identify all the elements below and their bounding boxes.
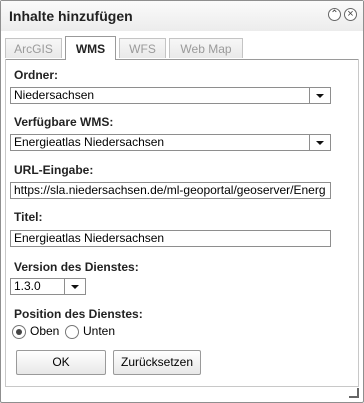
ordner-select[interactable]: Niedersachsen bbox=[10, 87, 331, 104]
close-icon[interactable]: × bbox=[344, 8, 357, 21]
radio-unten-label[interactable]: Unten bbox=[83, 324, 115, 338]
version-label: Version des Dienstes: bbox=[14, 260, 139, 274]
wms-value: Energieatlas Niedersachsen bbox=[14, 135, 165, 149]
dialog-titlebar[interactable]: Inhalte hinzufügen ⌃ × bbox=[1, 1, 363, 31]
titel-label: Titel: bbox=[14, 210, 43, 224]
titel-input[interactable]: Energieatlas Niedersachsen bbox=[10, 230, 331, 247]
ok-button[interactable]: OK bbox=[16, 350, 106, 375]
collapse-icon[interactable]: ⌃ bbox=[328, 8, 341, 21]
tab-strip: ArcGIS WMS WFS Web Map bbox=[5, 33, 359, 60]
dialog-title: Inhalte hinzufügen bbox=[9, 8, 133, 24]
position-label: Position des Dienstes: bbox=[14, 307, 143, 321]
add-content-dialog: Inhalte hinzufügen ⌃ × ArcGIS WMS WFS We… bbox=[0, 0, 364, 403]
reset-button[interactable]: Zurücksetzen bbox=[113, 350, 201, 375]
chevron-down-icon[interactable] bbox=[64, 279, 85, 294]
version-select[interactable]: 1.3.0 bbox=[10, 278, 86, 295]
resize-grip-icon[interactable] bbox=[349, 388, 359, 398]
ordner-label: Ordner: bbox=[14, 68, 59, 82]
wms-label: Verfügbare WMS: bbox=[14, 115, 114, 129]
tab-arcgis[interactable]: ArcGIS bbox=[5, 38, 62, 58]
tab-wms[interactable]: WMS bbox=[65, 36, 116, 60]
ordner-value: Niedersachsen bbox=[14, 88, 95, 102]
tab-wfs[interactable]: WFS bbox=[119, 38, 166, 58]
tab-web-map[interactable]: Web Map bbox=[169, 38, 243, 58]
version-value: 1.3.0 bbox=[14, 279, 41, 293]
chevron-down-icon[interactable] bbox=[309, 88, 330, 103]
radio-selected-dot bbox=[16, 329, 22, 335]
radio-oben[interactable] bbox=[12, 325, 26, 339]
radio-unten[interactable] bbox=[65, 325, 79, 339]
url-label: URL-Eingabe: bbox=[14, 163, 94, 177]
chevron-down-icon[interactable] bbox=[309, 135, 330, 150]
wms-select[interactable]: Energieatlas Niedersachsen bbox=[10, 134, 331, 151]
radio-oben-label[interactable]: Oben bbox=[30, 324, 59, 338]
url-input[interactable]: https://sla.niedersachsen.de/ml-geoporta… bbox=[10, 182, 331, 199]
wms-panel: Ordner: Niedersachsen Verfügbare WMS: En… bbox=[5, 59, 359, 387]
